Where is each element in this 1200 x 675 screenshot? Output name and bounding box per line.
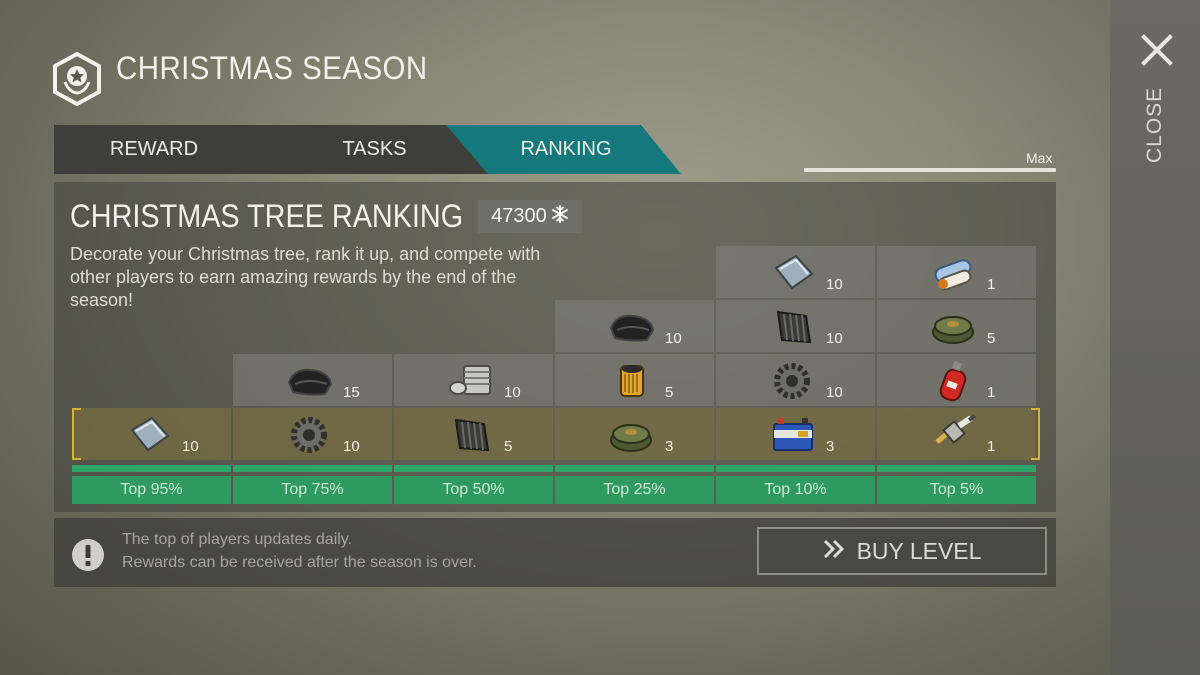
gear-icon [768, 360, 818, 402]
engine-cylinder-icon [446, 360, 496, 402]
oil-filter-icon [607, 360, 657, 402]
page-title: CHRISTMAS SEASON [116, 50, 428, 86]
car-battery-icon [768, 414, 818, 456]
reward-cell[interactable]: 5 [877, 300, 1036, 352]
corrugated-sheet-icon [446, 414, 496, 456]
tier-progress-bar [394, 465, 553, 472]
rubber-sheet-icon [285, 360, 335, 402]
reward-cell[interactable]: 1 [877, 246, 1036, 298]
tier-label: Top 95% [72, 476, 231, 504]
reward-quantity: 10 [826, 330, 843, 347]
blueprint-roll-icon [929, 252, 979, 294]
tier-label: Top 50% [394, 476, 553, 504]
reward-quantity: 10 [826, 384, 843, 401]
reward-cell[interactable]: 10 [716, 354, 875, 406]
reward-cell[interactable]: 3 [716, 408, 875, 460]
reward-cell[interactable]: 1 [877, 354, 1036, 406]
buy-level-label: BUY LEVEL [856, 537, 982, 564]
reward-cell[interactable]: 10 [716, 300, 875, 352]
close-button[interactable]: CLOSE [1125, 87, 1185, 163]
reward-cell[interactable]: 10 [233, 408, 392, 460]
corrugated-sheet-icon [768, 306, 818, 348]
info-note-daily: The top of players updates daily. [122, 531, 353, 548]
tier-label: Top 25% [555, 476, 714, 504]
reward-cell[interactable]: 3 [555, 408, 714, 460]
tab-bar: REWARD TASKS RANKING [54, 125, 694, 174]
season-star-badge-icon [52, 51, 102, 107]
reward-cell[interactable]: 5 [394, 408, 553, 460]
landmine-icon [607, 414, 657, 456]
reward-quantity: 10 [826, 276, 843, 293]
progress-max-label: Max [1026, 150, 1053, 166]
reward-quantity: 10 [665, 330, 682, 347]
gas-cylinder-icon [929, 360, 979, 402]
tier-label: Top 10% [716, 476, 875, 504]
reward-quantity: 10 [343, 438, 360, 455]
tier-progress-bar [555, 465, 714, 472]
gear-icon [285, 414, 335, 456]
reward-cell[interactable]: 10 [716, 246, 875, 298]
reward-quantity: 1 [987, 384, 996, 401]
reward-quantity: 5 [987, 330, 996, 347]
reward-cell[interactable]: 5 [555, 354, 714, 406]
reward-quantity: 3 [665, 438, 674, 455]
steel-plate-icon [124, 414, 174, 456]
tier-progress-bar [72, 465, 231, 472]
reward-quantity: 1 [987, 438, 996, 455]
reward-cell[interactable]: 10 [555, 300, 714, 352]
tier-progress-bar [233, 465, 392, 472]
rubber-sheet-icon [607, 306, 657, 348]
tier-label: Top 75% [233, 476, 392, 504]
buy-level-button[interactable]: BUY LEVEL [757, 527, 1047, 575]
spark-plug-icon [929, 414, 979, 456]
steel-plate-icon [768, 252, 818, 294]
tab-ranking[interactable]: RANKING [446, 125, 681, 174]
progress-bar [804, 168, 1056, 172]
info-note-rewards: Rewards can be received after the season… [122, 554, 477, 571]
reward-quantity: 5 [665, 384, 674, 401]
tier-progress-bar [716, 465, 875, 472]
tab-reward[interactable]: REWARD [54, 125, 294, 174]
reward-quantity: 10 [182, 438, 199, 455]
reward-cell[interactable]: 10 [72, 408, 231, 460]
reward-quantity: 10 [504, 384, 521, 401]
landmine-icon [929, 306, 979, 348]
reward-quantity: 5 [504, 438, 513, 455]
double-chevron-icon [823, 538, 845, 565]
score-badge: 47300 [478, 200, 582, 233]
ranking-title: CHRISTMAS TREE RANKING [70, 198, 464, 234]
reward-quantity: 3 [826, 438, 835, 455]
reward-quantity: 15 [343, 384, 360, 401]
ranking-description: Decorate your Christmas tree, rank it up… [70, 244, 541, 310]
reward-cell[interactable]: 10 [394, 354, 553, 406]
tier-progress-bar [877, 465, 1036, 472]
tier-label: Top 5% [877, 476, 1036, 504]
current-tier-bracket-right [1031, 408, 1040, 460]
reward-cell[interactable]: 15 [233, 354, 392, 406]
score-value: 47300 [491, 205, 547, 227]
reward-quantity: 1 [987, 276, 996, 293]
info-icon [71, 538, 105, 572]
snowflake-icon [551, 204, 569, 229]
reward-cell[interactable]: 1 [877, 408, 1036, 460]
current-tier-bracket-left [72, 408, 81, 460]
close-icon[interactable] [1140, 33, 1174, 67]
